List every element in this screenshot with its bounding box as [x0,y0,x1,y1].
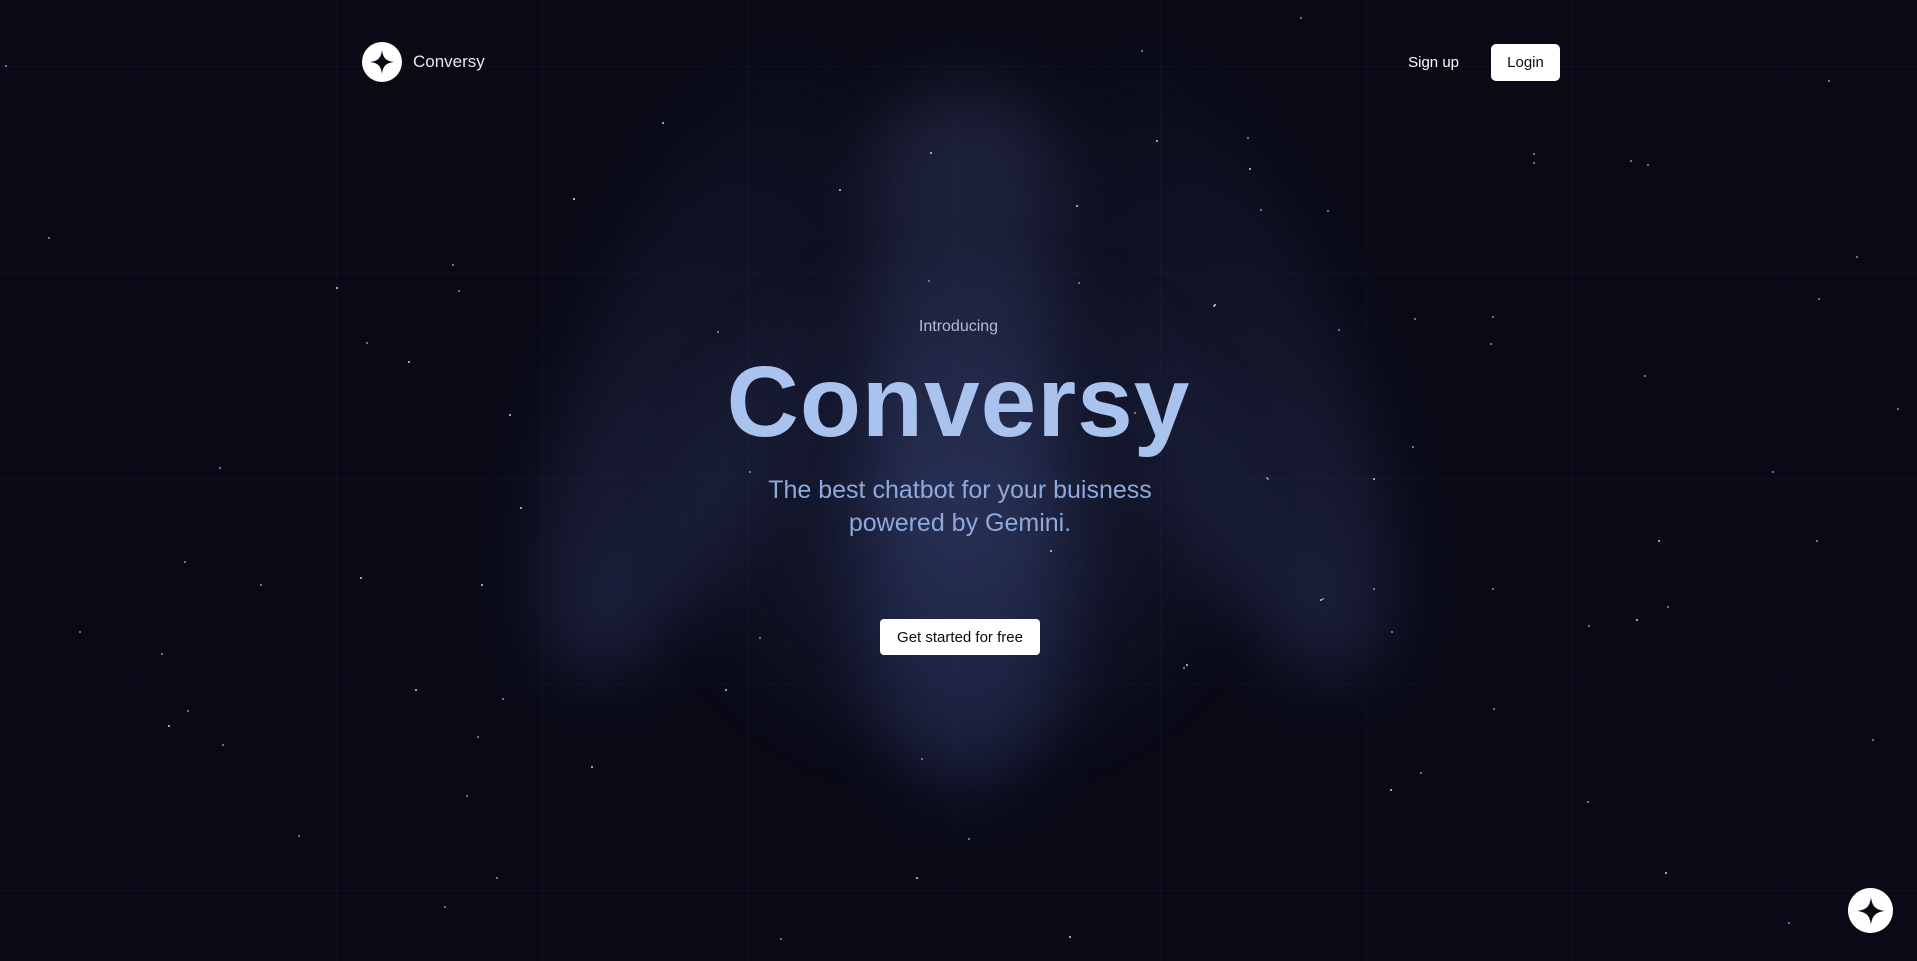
star [444,906,446,908]
star [921,758,923,760]
star [184,561,186,563]
star [1788,922,1790,924]
star [1390,789,1392,791]
star [662,122,664,124]
star [1533,162,1535,164]
star [1856,256,1858,258]
star [1373,588,1375,590]
star [366,342,368,344]
star [79,631,81,633]
sparkle-icon [362,42,402,82]
star [968,838,970,840]
star [573,198,575,200]
star [1420,772,1422,774]
star [260,584,262,586]
star [481,584,483,586]
star [1078,282,1080,284]
star [1214,304,1216,306]
star [1247,137,1249,139]
star [520,507,522,509]
star [1186,664,1188,666]
star [1327,210,1329,212]
star [452,264,454,266]
star [725,689,727,691]
star [161,653,163,655]
star [187,710,189,712]
star [298,835,300,837]
star [1492,588,1494,590]
star [1076,205,1078,207]
star [1630,160,1632,162]
star [1260,209,1262,211]
star [1322,598,1324,600]
get-started-button[interactable]: Get started for free [880,619,1040,655]
star [466,795,468,797]
brand-link[interactable]: Conversy [362,42,485,82]
hero-title: Conversy [726,346,1191,458]
header-nav: Sign up Login [1408,43,1560,81]
star [48,237,50,239]
star [916,877,918,879]
star [502,698,504,700]
login-button[interactable]: Login [1491,43,1560,81]
landing-page: Conversy Sign up Login Introducing Conve… [0,0,1917,961]
star [219,467,221,469]
star [749,471,751,473]
star [1658,540,1660,542]
star [928,280,930,282]
star [1490,343,1492,345]
star [1772,471,1774,473]
star [759,637,761,639]
star [168,725,170,727]
star [477,736,479,738]
site-header: Conversy Sign up Login [362,40,1560,84]
star [1828,80,1830,82]
star [1493,708,1495,710]
star [1587,801,1589,803]
star [360,577,362,579]
star [1373,478,1375,480]
star [222,744,224,746]
star [1667,606,1669,608]
star [1647,164,1649,166]
star [839,189,841,191]
star [1588,625,1590,627]
star [415,689,417,691]
star [1636,619,1638,621]
star [780,938,782,940]
sparkle-icon [1856,896,1886,926]
star [1665,872,1667,874]
star [1183,667,1185,669]
star [1050,550,1052,552]
star [458,290,460,292]
star [336,287,338,289]
hero-eyebrow: Introducing [918,318,999,335]
star [1156,140,1158,142]
hero-subtitle: The best chatbot for your buisness power… [768,476,1152,537]
star [1069,936,1071,938]
chat-widget-button[interactable] [1848,888,1893,933]
star [1818,298,1820,300]
star [1816,540,1818,542]
brand-name: Conversy [413,52,485,71]
star [496,877,498,879]
star [930,152,932,154]
star [1391,631,1393,633]
signup-button[interactable]: Sign up [1408,54,1459,71]
star [1300,17,1302,19]
star [1533,153,1535,155]
star [5,65,7,67]
star [591,766,593,768]
star [1267,478,1269,480]
star [1249,168,1251,170]
star [1872,739,1874,741]
